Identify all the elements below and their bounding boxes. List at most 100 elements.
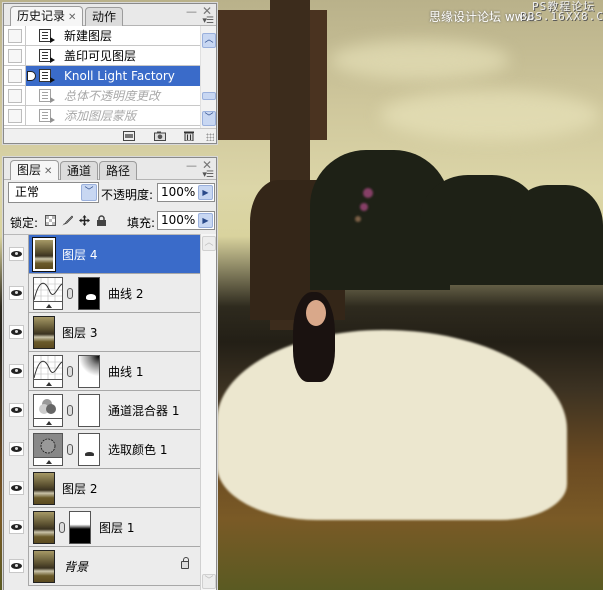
history-state-slider-icon[interactable] [27, 70, 36, 81]
layer-thumbnail [33, 472, 55, 505]
visibility-eye-icon[interactable] [9, 481, 24, 495]
watermark-overlay: PS教程论坛BBS.16XX8.COM [520, 1, 603, 22]
scroll-thumb[interactable] [202, 92, 216, 100]
panel-menu-icon[interactable]: ▾☰ [202, 16, 214, 26]
fill-input[interactable]: 100% ▶ [157, 211, 215, 230]
tab-close-icon[interactable]: ✕ [44, 166, 52, 177]
layer-name[interactable]: 图层 1 [99, 519, 134, 536]
history-source-checkbox[interactable] [4, 105, 26, 126]
opacity-input[interactable]: 100% ▶ [157, 183, 215, 202]
history-source-checkbox[interactable] [4, 65, 26, 86]
history-state-icon [39, 88, 55, 103]
curves-adjustment-icon [33, 277, 63, 310]
history-item-label: 总体不透明度更改 [64, 89, 161, 103]
scroll-up-button[interactable]: ︿ [202, 33, 216, 48]
layer-row[interactable]: 曲线 2 [4, 274, 201, 313]
history-source-checkbox[interactable] [4, 45, 26, 66]
layer-row[interactable]: 通道混合器 1 [4, 391, 201, 430]
layer-name[interactable]: 通道混合器 1 [108, 402, 179, 419]
fill-slider-arrow-icon[interactable]: ▶ [198, 213, 213, 228]
layer-name[interactable]: 图层 2 [62, 480, 97, 497]
layer-mask-thumbnail[interactable] [78, 355, 100, 388]
trash-icon[interactable] [183, 131, 195, 141]
lock-position-move-icon[interactable] [79, 215, 90, 226]
lock-all-icon[interactable] [96, 215, 107, 226]
layer-mask-thumbnail[interactable] [78, 277, 100, 310]
chevron-down-icon[interactable]: ﹀ [81, 184, 97, 201]
history-scrollbar[interactable]: ︿ ﹀ [200, 26, 216, 130]
layer-name[interactable]: 图层 3 [62, 324, 97, 341]
lock-transparent-icon[interactable] [45, 215, 56, 226]
layers-scrollbar[interactable]: ︿ ﹀ [200, 234, 216, 590]
panel-menu-icon[interactable]: ▾☰ [202, 170, 214, 180]
new-document-from-state-icon[interactable] [123, 131, 135, 141]
history-item-selected[interactable]: Knoll Light Factory [4, 65, 202, 86]
tab-channels[interactable]: 通道 [60, 161, 99, 180]
history-item[interactable]: 盖印可见图层 [4, 45, 202, 66]
layer-row[interactable]: 曲线 1 [4, 352, 201, 391]
layer-name[interactable]: 背景 [64, 558, 88, 575]
watermark-overlay-url: BBS.16XX8.COM [520, 10, 603, 23]
layer-mask-thumbnail[interactable] [78, 394, 100, 427]
minimize-icon[interactable]: — [186, 159, 197, 172]
mask-link-icon[interactable] [67, 366, 73, 377]
scroll-down-button[interactable]: ﹀ [202, 111, 216, 126]
opacity-label: 不透明度: [101, 188, 154, 202]
visibility-eye-icon[interactable] [9, 520, 24, 534]
layer-row[interactable]: 图层 1 [4, 508, 201, 547]
history-panel: 历史记录 ✕ 动作 — ✕ ▾☰ 新建图层 盖印可见图层 Knoll Light… [3, 3, 217, 144]
tab-actions-label: 动作 [92, 10, 117, 24]
history-item[interactable]: 添加图层蒙版 [4, 105, 202, 126]
tab-layers[interactable]: 图层 ✕ [10, 160, 60, 180]
layer-row-background[interactable]: 背景 [4, 547, 201, 586]
resize-grip[interactable] [206, 133, 214, 141]
layer-name[interactable]: 图层 4 [62, 246, 97, 263]
snapshot-camera-icon[interactable] [154, 131, 166, 141]
layer-row[interactable]: 选取颜色 1 [4, 430, 201, 469]
scroll-up-button[interactable]: ︿ [202, 236, 216, 251]
visibility-eye-icon[interactable] [9, 325, 24, 339]
visibility-eye-icon[interactable] [9, 286, 24, 300]
tab-actions[interactable]: 动作 [85, 7, 124, 26]
scroll-down-button[interactable]: ﹀ [202, 574, 216, 589]
layer-name[interactable]: 曲线 2 [108, 285, 143, 302]
minimize-icon[interactable]: — [186, 5, 197, 18]
cloud [380, 90, 600, 140]
tab-close-icon[interactable]: ✕ [68, 12, 76, 23]
history-source-checkbox[interactable] [4, 26, 26, 46]
layer-thumbnail [32, 237, 56, 272]
wedding-dress [217, 330, 567, 520]
tab-paths[interactable]: 路径 [99, 161, 138, 180]
lens-flare [355, 216, 361, 222]
lock-image-brush-icon[interactable] [62, 215, 73, 226]
history-item-label: 盖印可见图层 [64, 49, 137, 63]
mask-link-icon[interactable] [67, 288, 73, 299]
history-item[interactable]: 新建图层 [4, 26, 202, 46]
blend-mode-select[interactable]: 正常 ﹀ [8, 182, 99, 203]
mask-link-icon[interactable] [67, 444, 73, 455]
tab-channels-label: 通道 [67, 164, 92, 178]
history-item-label: 添加图层蒙版 [64, 109, 137, 123]
visibility-eye-icon[interactable] [9, 403, 24, 417]
history-item[interactable]: 总体不透明度更改 [4, 85, 202, 106]
layer-thumbnail [33, 550, 55, 583]
layer-row-selected[interactable]: 图层 4 [4, 235, 201, 274]
layer-mask-thumbnail[interactable] [78, 433, 100, 466]
visibility-eye-icon[interactable] [9, 247, 24, 261]
mask-link-icon[interactable] [67, 405, 73, 416]
history-source-checkbox[interactable] [4, 85, 26, 106]
layer-row[interactable]: 图层 2 [4, 469, 201, 508]
tab-history[interactable]: 历史记录 ✕ [10, 6, 84, 26]
layer-row[interactable]: 图层 3 [4, 313, 201, 352]
layer-name[interactable]: 曲线 1 [108, 363, 143, 380]
layer-name[interactable]: 选取颜色 1 [108, 441, 167, 458]
tab-layers-label: 图层 [17, 163, 42, 177]
selective-color-adjustment-icon [33, 433, 63, 466]
mask-link-icon[interactable] [59, 522, 65, 533]
layer-mask-thumbnail[interactable] [69, 511, 91, 544]
visibility-eye-icon[interactable] [9, 442, 24, 456]
visibility-eye-icon[interactable] [9, 364, 24, 378]
opacity-slider-arrow-icon[interactable]: ▶ [198, 185, 213, 200]
cloud [330, 40, 510, 80]
visibility-eye-icon[interactable] [9, 559, 24, 573]
